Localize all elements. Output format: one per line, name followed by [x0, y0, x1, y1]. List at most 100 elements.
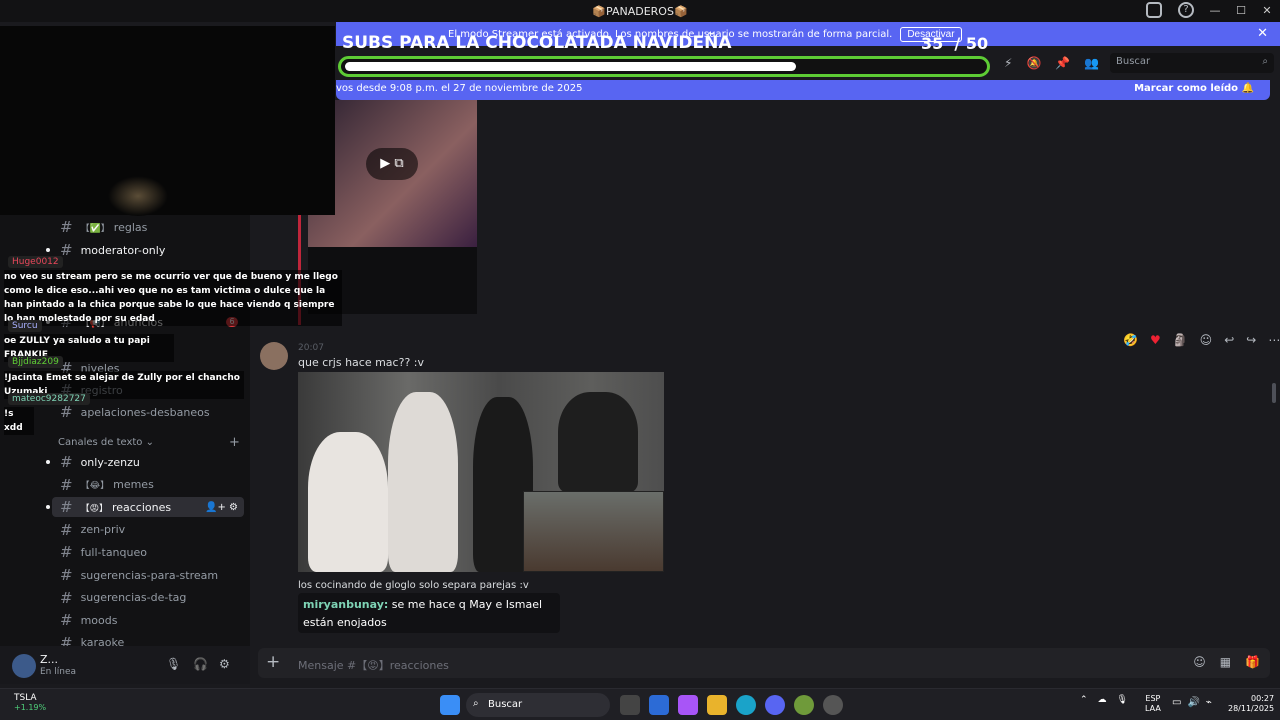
- taskbar: TSLA +1.19% ⌕ Buscar ⌃ ☁ 🎙 ESP LAA ▭ 🔊 ⌁…: [0, 688, 1280, 720]
- app-icon[interactable]: [794, 695, 814, 715]
- image-attachment[interactable]: [298, 372, 664, 572]
- taskbar-search-label: Buscar: [488, 699, 523, 710]
- channel-reglas[interactable]: # 【✅】 reglas: [52, 217, 244, 237]
- channel-apelaciones-desbaneos[interactable]: # apelaciones-desbaneos: [52, 402, 244, 422]
- add-attachment-icon[interactable]: +: [266, 652, 280, 672]
- pin-icon[interactable]: 📌: [1055, 56, 1070, 70]
- maximize-button[interactable]: ☐: [1228, 0, 1254, 22]
- message-timestamp: 20:07: [298, 343, 324, 353]
- chevron-up-icon[interactable]: ⌃: [1080, 695, 1088, 705]
- forward-icon[interactable]: ↪: [1246, 333, 1256, 347]
- new-messages-bar[interactable]: vos desde 9:08 p.m. el 27 de noviembre d…: [336, 80, 1270, 100]
- channel-settings-icon[interactable]: 👤+ ⚙: [205, 502, 238, 513]
- unread-indicator: [46, 460, 50, 464]
- apps-icon[interactable]: ▦: [1220, 655, 1231, 669]
- mark-read-button[interactable]: Marcar como leído 🔔: [1134, 83, 1254, 94]
- username: Z...: [40, 653, 59, 666]
- goal-current: 35: [921, 34, 944, 53]
- file-explorer-icon[interactable]: [707, 695, 727, 715]
- mute-bell-icon[interactable]: 🔕: [1026, 56, 1041, 70]
- edge-browser-icon[interactable]: [736, 695, 756, 715]
- channel-full-tanqueo[interactable]: # full-tanqueo: [52, 542, 244, 562]
- threads-icon[interactable]: ⚡: [1004, 56, 1012, 70]
- message-avatar[interactable]: [260, 342, 288, 370]
- category-text-channels[interactable]: Canales de texto ⌄: [58, 437, 154, 448]
- obs-icon[interactable]: [823, 695, 843, 715]
- search-placeholder: Buscar: [1116, 56, 1151, 67]
- category-label: Canales de texto: [58, 437, 143, 448]
- close-icon[interactable]: ✕: [1257, 26, 1268, 41]
- channel-sugerencias-para-stream[interactable]: # sugerencias-para-stream: [52, 565, 244, 585]
- channel-moderator-only[interactable]: # moderator-only: [46, 240, 244, 260]
- pinned-apps: [620, 695, 843, 715]
- unread-indicator: [46, 248, 50, 252]
- hash-icon: #: [60, 403, 73, 421]
- volume-icon: 🔊: [1187, 697, 1200, 708]
- hash-icon: #: [60, 475, 73, 494]
- heart-reaction-icon[interactable]: ♥: [1150, 333, 1161, 347]
- network-icon: ▭: [1172, 697, 1182, 708]
- search-input[interactable]: Buscar ⌕: [1110, 53, 1274, 73]
- image-inset: [523, 491, 664, 572]
- channel-only-zenzu[interactable]: # only-zenzu: [46, 452, 244, 472]
- clock[interactable]: 00:27 28/11/2025: [1228, 694, 1274, 714]
- user-panel: Z... En línea 🎙 🎧 ⚙: [0, 646, 250, 684]
- microphone-icon[interactable]: 🎙: [1117, 695, 1128, 705]
- headphones-icon[interactable]: 🎧: [193, 657, 208, 671]
- channel-zen-priv[interactable]: # zen-priv: [52, 520, 244, 540]
- add-channel-icon[interactable]: +: [229, 435, 240, 450]
- quick-settings[interactable]: ▭ 🔊 ⌁: [1172, 697, 1212, 708]
- task-view-icon[interactable]: [620, 695, 640, 715]
- more-icon[interactable]: ⋯: [1268, 333, 1280, 347]
- mark-read-label: Marcar como leído: [1134, 83, 1239, 94]
- channel-sugerencias-de-tag[interactable]: # sugerencias-de-tag: [52, 588, 244, 608]
- channel-label: sugerencias-de-tag: [80, 591, 187, 605]
- webcam-overlay: [0, 26, 335, 216]
- reply-user: miryanbunay:: [303, 598, 389, 611]
- chat-message: no veo su stream pero se me ocurrio ver …: [4, 270, 342, 326]
- hash-icon: #: [60, 566, 73, 584]
- channel-label: reglas: [113, 220, 148, 234]
- settings-gear-icon[interactable]: ⚙: [219, 657, 230, 671]
- image-figure: [308, 432, 388, 572]
- user-status: En línea: [40, 667, 77, 677]
- reply-icon[interactable]: ↩: [1224, 333, 1234, 347]
- laugh-reaction-icon[interactable]: 🤣: [1123, 333, 1138, 347]
- image-figure: [388, 392, 458, 572]
- channel-label: zen-priv: [80, 523, 126, 537]
- channel-moods[interactable]: # moods: [52, 610, 244, 630]
- taskbar-search[interactable]: ⌕ Buscar: [466, 693, 610, 717]
- play-icon[interactable]: ▶ ⧉: [366, 148, 418, 180]
- microphone-icon[interactable]: 🎙: [166, 657, 181, 671]
- stock-change: +1.19%: [14, 703, 47, 712]
- hash-icon: #: [60, 611, 73, 630]
- scrollbar[interactable]: [1272, 383, 1276, 403]
- store-icon[interactable]: [649, 695, 669, 715]
- emoji-reaction-icon[interactable]: 🗿: [1173, 333, 1188, 347]
- copilot-icon[interactable]: [678, 695, 698, 715]
- channel-memes[interactable]: # 【😂】 memes: [52, 475, 244, 495]
- language-indicator[interactable]: ESP LAA: [1145, 694, 1161, 714]
- emoji-icon[interactable]: ☺: [1193, 655, 1206, 669]
- add-reaction-icon[interactable]: ☺: [1200, 333, 1213, 347]
- clock-date: 28/11/2025: [1228, 704, 1275, 713]
- discord-icon[interactable]: [765, 695, 785, 715]
- keyboard-layout: LAA: [1145, 704, 1161, 713]
- header-toolbar: ⚡ 🔕 📌 👥: [1004, 56, 1099, 70]
- minimize-button[interactable]: —: [1202, 0, 1228, 22]
- avatar[interactable]: [12, 654, 36, 678]
- stock-widget[interactable]: TSLA +1.19%: [14, 693, 46, 712]
- webcam-light: [108, 176, 168, 216]
- help-icon[interactable]: ?: [1178, 2, 1194, 18]
- gift-icon[interactable]: 🎁: [1245, 655, 1260, 669]
- members-icon[interactable]: 👥: [1084, 56, 1099, 70]
- search-icon: ⌕: [1262, 56, 1268, 67]
- message-composer[interactable]: + Mensaje #【😡】reacciones ☺ ▦ 🎁: [258, 648, 1270, 678]
- cloud-icon[interactable]: ☁: [1098, 695, 1107, 705]
- message-actions: 🤣 ♥ 🗿 ☺ ↩ ↪ ⋯: [1123, 333, 1280, 347]
- channel-reacciones[interactable]: # 【😡】 reacciones 👤+ ⚙: [46, 497, 244, 518]
- inbox-icon[interactable]: [1146, 2, 1162, 18]
- windows-start-icon[interactable]: [440, 695, 460, 715]
- channel-label: full-tanqueo: [80, 545, 147, 559]
- close-window-button[interactable]: ✕: [1254, 0, 1280, 22]
